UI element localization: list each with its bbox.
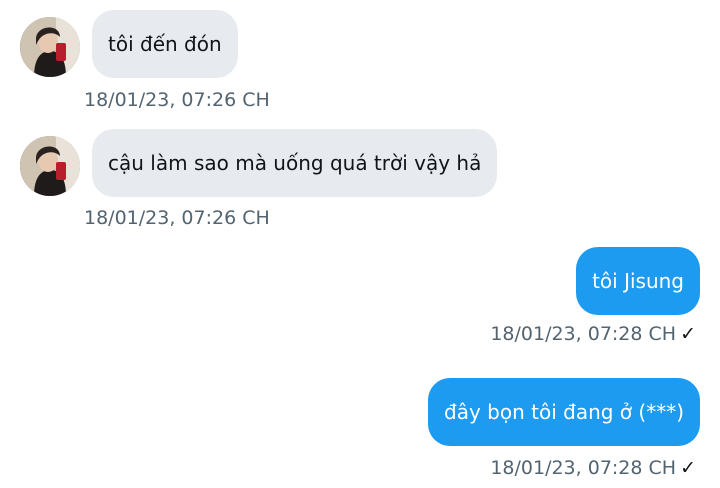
message-timestamp: 18/01/23, 07:28 CH ✓ <box>490 323 696 345</box>
message-text: đây bọn tôi đang ở (***) <box>444 400 684 424</box>
avatar-image <box>20 17 80 77</box>
message-text: cậu làm sao mà uống quá trời vậy hả <box>108 151 482 175</box>
message-bubble-outgoing[interactable]: đây bọn tôi đang ở (***) <box>428 378 700 446</box>
avatar[interactable] <box>20 17 80 77</box>
message-bubble-outgoing[interactable]: tôi Jisung <box>576 247 700 315</box>
message-bubble-incoming[interactable]: cậu làm sao mà uống quá trời vậy hả <box>92 129 498 197</box>
message-timestamp: 18/01/23, 07:26 CH <box>84 89 270 111</box>
avatar[interactable] <box>20 136 80 196</box>
message-text: tôi Jisung <box>592 269 684 293</box>
avatar-image <box>20 136 80 196</box>
check-icon: ✓ <box>680 457 696 479</box>
message-timestamp: 18/01/23, 07:28 CH ✓ <box>490 457 696 479</box>
message-timestamp: 18/01/23, 07:26 CH <box>84 207 270 229</box>
check-icon: ✓ <box>680 323 696 345</box>
message-bubble-incoming[interactable]: tôi đến đón <box>92 10 238 78</box>
message-text: tôi đến đón <box>108 32 222 56</box>
